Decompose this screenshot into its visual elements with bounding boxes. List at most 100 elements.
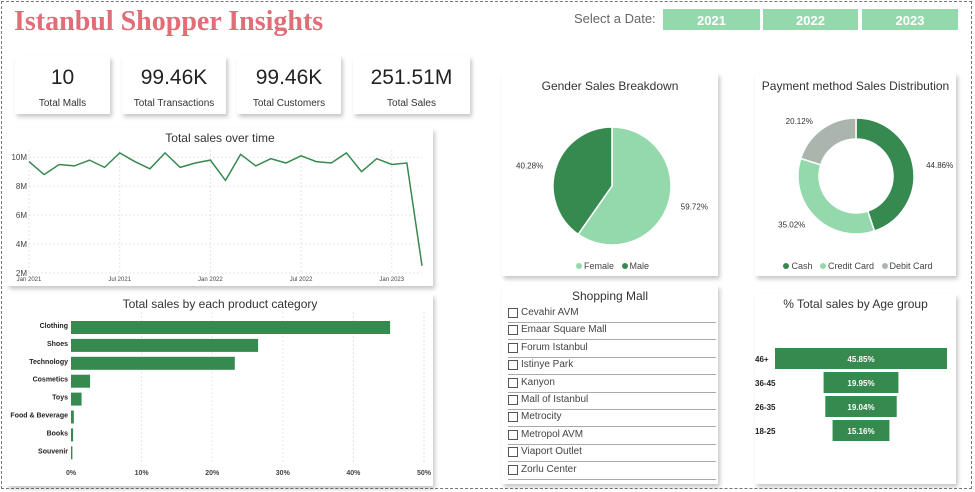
slice-data-label: 40.28% <box>516 161 543 170</box>
legend-label-debit-card: Debit Card <box>889 261 933 271</box>
sales-over-time-chart: 2M4M6M8M10MJan 2021 Jul 2021 Jan 2022 Jul 2… <box>11 150 423 283</box>
payment-legend: Cash Credit Card Debit Card <box>755 261 956 271</box>
category-bar <box>71 428 74 442</box>
category-bar <box>71 338 259 352</box>
legend-swatch-credit-card <box>819 263 826 269</box>
age-group-label: 36-45 <box>755 379 776 388</box>
checkbox[interactable] <box>508 377 518 388</box>
slice-data-label: 35.02% <box>778 220 805 229</box>
age-group-card: % Total sales by Age group 46+ 45.85% 36-4… <box>755 294 956 484</box>
age-group-label: 18-25 <box>755 427 776 436</box>
x-tick-label: Jan 2021 <box>17 277 42 283</box>
legend-swatch-male <box>621 263 628 269</box>
gender-pie-chart: 59.72% 40.28% <box>516 126 708 246</box>
mall-option[interactable]: Forum Istanbul <box>508 340 716 358</box>
slice-data-label: 20.12% <box>786 117 813 126</box>
gender-sales-card: Gender Sales Breakdown 59.72% 40.28% Fema… <box>502 73 718 276</box>
sales-over-time-card: Total sales over time 2M 4M 6M 8M 10M Jan 202… <box>7 128 433 286</box>
mall-option[interactable]: Metropol AVM <box>508 427 716 445</box>
age-group-value-label: 45.85% <box>847 355 874 364</box>
y-tick-label: 10M <box>11 153 27 162</box>
mall-option-label: Metropol AVM <box>521 428 584 440</box>
category-bar <box>71 321 391 334</box>
payment-method-card: Payment method Sales Distribution 44.86%… <box>755 73 956 276</box>
x-tick-label: 20% <box>205 470 220 477</box>
sales-line <box>28 151 423 266</box>
legend-label-female: Female <box>583 261 614 271</box>
year-button-2021[interactable]: 2021 <box>663 9 760 30</box>
category-label: Technology <box>29 359 68 366</box>
category-sales-chart: 0% 10% 20% 30% 40% 50% Clothing Shoes Technology… <box>10 312 432 477</box>
category-label: Souvenir <box>38 448 68 455</box>
mall-option[interactable]: Kanyon <box>508 375 716 393</box>
kpi-label: Total Malls <box>38 98 87 109</box>
category-bar <box>71 446 73 460</box>
mall-option[interactable]: Viaport Outlet <box>508 444 716 463</box>
checkbox[interactable] <box>508 395 518 405</box>
legend-label-cash: Cash <box>791 261 813 271</box>
mall-option[interactable]: Metrocity <box>508 409 716 428</box>
mall-option-label: Kanyon <box>521 376 555 388</box>
kpi-label: Total Sales <box>387 98 436 109</box>
y-tick-label: 4M <box>16 240 27 249</box>
y-tick-label: 8M <box>16 182 27 191</box>
shopping-mall-slicer: Shopping Mall Cevahir AVM Emaar Square Ma… <box>502 285 718 484</box>
x-tick-label: 50% <box>417 470 432 477</box>
kpi-label: Total Customers <box>252 98 326 109</box>
x-tick-label: 30% <box>276 470 291 477</box>
x-tick-label: 0% <box>66 470 77 477</box>
age-group-value-label: 19.95% <box>847 379 874 388</box>
category-label: Food & Beverage <box>10 413 68 420</box>
year-button-2023[interactable]: 2023 <box>862 9 958 30</box>
age-group-label: 46+ <box>755 355 769 364</box>
checkbox[interactable] <box>508 360 518 371</box>
age-group-funnel-chart: 46+ 45.85% 36-45 19.95% 26-35 19.04% 18-25 15.1… <box>755 348 947 441</box>
mall-option[interactable]: Cevahir AVM <box>508 305 716 323</box>
category-label: Books <box>47 430 69 437</box>
slice-data-label: 44.86% <box>926 161 953 170</box>
category-label: Toys <box>52 395 68 402</box>
kpi-value: 10 <box>50 66 75 89</box>
donut-slice-credit-card <box>797 157 876 235</box>
year-button-2022[interactable]: 2022 <box>763 9 858 30</box>
checkbox[interactable] <box>508 342 518 353</box>
category-bar <box>71 356 235 370</box>
mall-option[interactable]: Zorlu Center <box>508 462 716 480</box>
checkbox[interactable] <box>508 325 518 336</box>
y-tick-label: 6M <box>16 211 27 220</box>
checkbox[interactable] <box>508 429 518 440</box>
x-tick-label: Jan 2022 <box>198 277 223 283</box>
mall-option[interactable]: Mall of Istanbul <box>508 392 716 410</box>
legend-label-male: Male <box>629 261 650 271</box>
legend-label-credit-card: Credit Card <box>827 261 874 271</box>
mall-option-label: Cevahir AVM <box>521 307 579 318</box>
mall-option-label: Metrocity <box>521 411 562 423</box>
kpi-total-transactions: 99.46K Total Transactions <box>122 56 226 114</box>
x-tick-label: 10% <box>135 470 150 477</box>
x-tick-label: 40% <box>346 470 361 477</box>
kpi-value: 251.51M <box>370 66 453 89</box>
category-sales-card: Total sales by each product category 0% 1… <box>7 294 433 486</box>
category-bar <box>71 410 74 424</box>
mall-option[interactable]: Istinye Park <box>508 357 716 376</box>
slice-data-label: 59.72% <box>681 203 708 212</box>
mall-option-label: Istinye Park <box>521 359 574 371</box>
legend-swatch-cash <box>783 263 790 269</box>
x-tick-label: Jul 2021 <box>108 277 131 283</box>
slicer-title: Shopping Mall <box>571 289 649 303</box>
checkbox[interactable] <box>508 412 518 423</box>
kpi-label: Total Transactions <box>133 98 215 109</box>
mall-option[interactable]: Emaar Square Mall <box>508 322 716 341</box>
checkbox[interactable] <box>508 447 518 458</box>
kpi-value: 99.46K <box>255 66 323 89</box>
checkbox[interactable] <box>508 308 518 318</box>
age-group-label: 26-35 <box>755 403 776 412</box>
date-selector-label: Select a Date: <box>574 11 656 26</box>
kpi-value: 99.46K <box>140 66 208 89</box>
category-label: Clothing <box>40 323 68 330</box>
mall-option-label: Viaport Outlet <box>521 446 582 458</box>
mall-option-label: Emaar Square Mall <box>521 324 607 336</box>
checkbox[interactable] <box>508 464 518 475</box>
category-bar <box>71 374 91 388</box>
kpi-total-customers: 99.46K Total Customers <box>237 56 341 114</box>
